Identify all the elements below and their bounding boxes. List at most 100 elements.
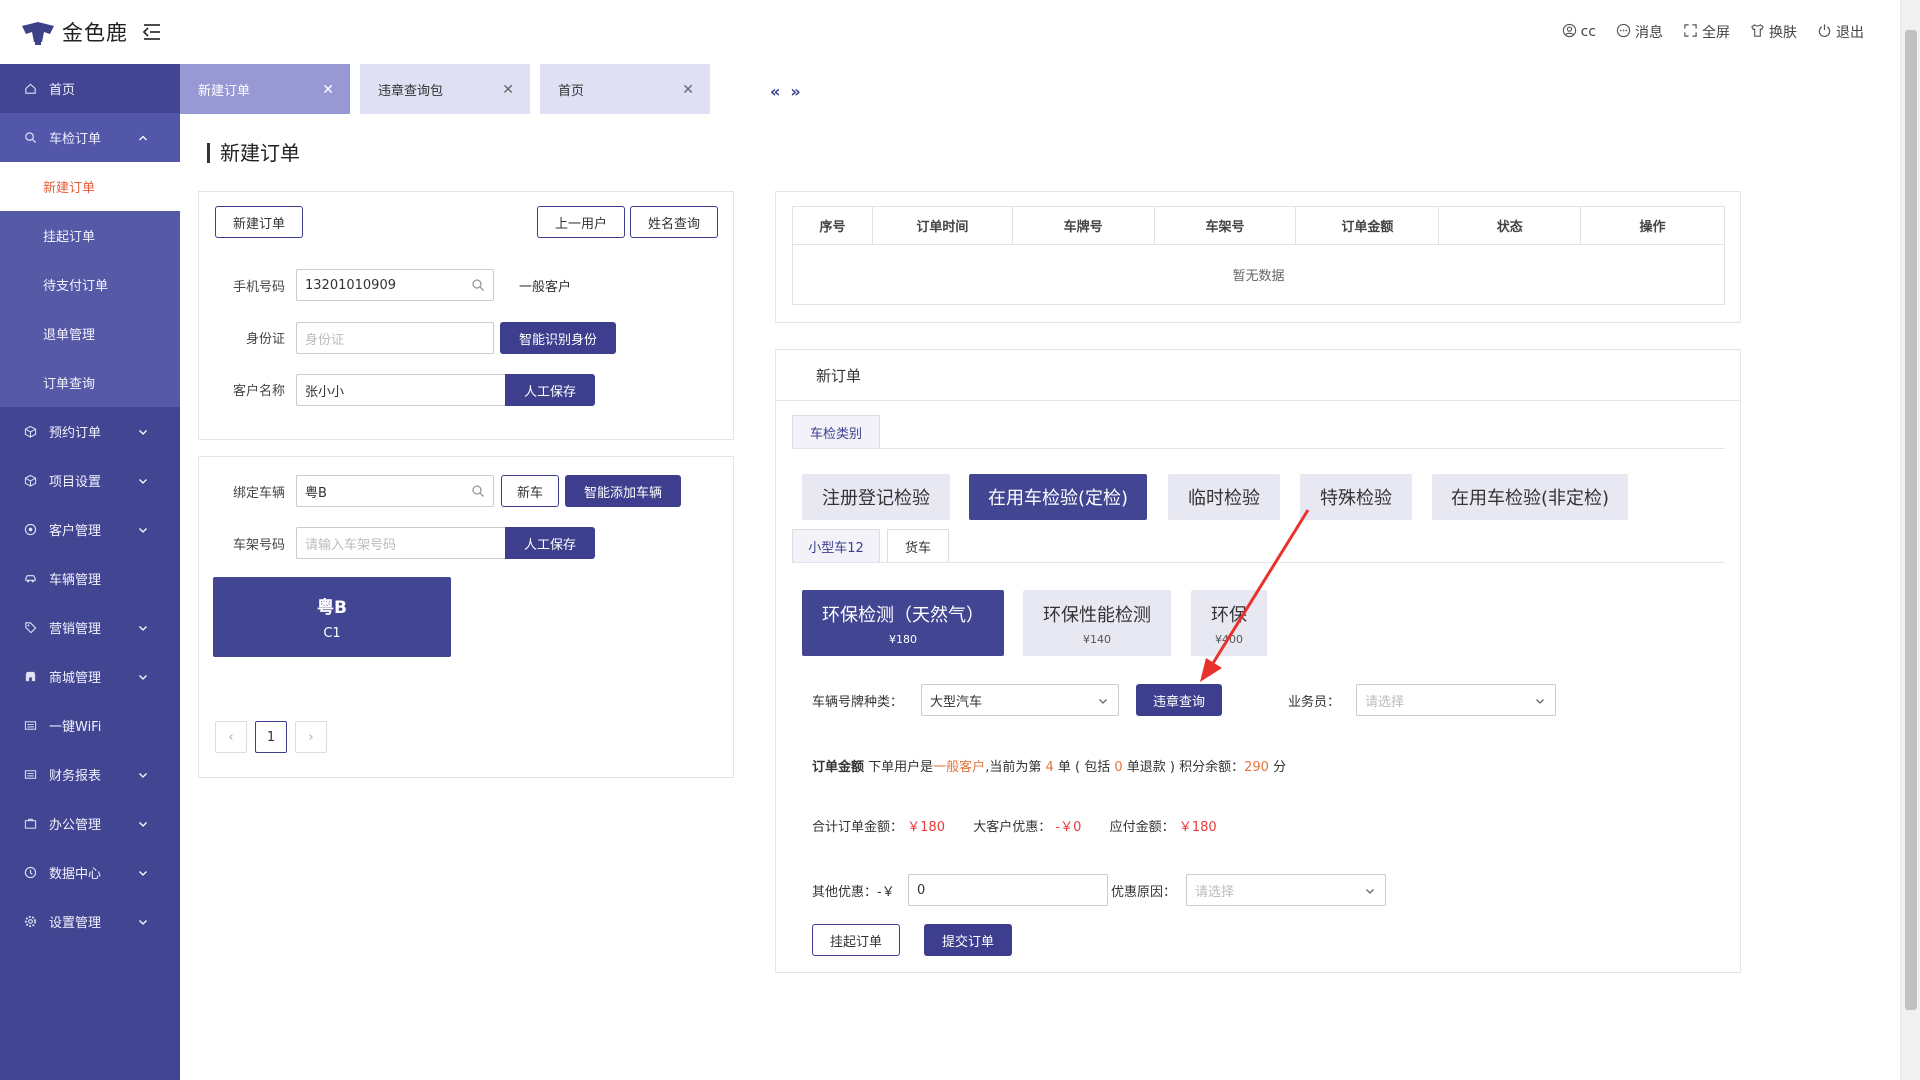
tab-scroll-nav: « »: [770, 82, 801, 101]
table-header-row: 序号 订单时间 车牌号 车架号 订单金额 状态 操作: [792, 206, 1725, 245]
sidebar-item-marketing[interactable]: 营销管理: [0, 603, 180, 652]
close-icon[interactable]: ✕: [682, 82, 694, 98]
sidebar-item-customers[interactable]: 客户管理: [0, 505, 180, 554]
sidebar-item-appointments[interactable]: 预约订单: [0, 407, 180, 456]
sidebar-subitem-order-query[interactable]: 订单查询: [0, 358, 180, 407]
sidebar-item-shop[interactable]: 商城管理: [0, 652, 180, 701]
prev-user-button[interactable]: 上一用户: [537, 206, 625, 238]
menu-fold-icon[interactable]: [140, 20, 164, 44]
tab-violation-package[interactable]: 违章查询包 ✕: [360, 64, 530, 114]
customer-name-input[interactable]: 张小小: [296, 374, 506, 406]
new-order-button[interactable]: 新建订单: [215, 206, 303, 238]
chevron-down-icon: [138, 867, 148, 877]
vehicle-plate-card[interactable]: 粤B C1: [213, 577, 451, 657]
deer-logo-icon: [20, 20, 56, 45]
phone-input[interactable]: 13201010909: [296, 269, 494, 301]
vin-label: 车架号码: [232, 538, 285, 553]
skin-button[interactable]: 换肤: [1750, 22, 1797, 42]
pager-prev-button[interactable]: ‹: [215, 721, 247, 753]
bind-vehicle-input[interactable]: 粤B: [296, 475, 494, 507]
chevron-down-icon: [138, 524, 148, 534]
search-icon[interactable]: [471, 484, 485, 498]
sidebar-item-vehicles[interactable]: 车辆管理: [0, 554, 180, 603]
chevron-down-icon: [138, 622, 148, 632]
scrollbar-thumb[interactable]: [1905, 30, 1917, 1010]
user-menu[interactable]: cc: [1562, 23, 1596, 42]
sidebar-item-inspection-orders[interactable]: 车检订单: [0, 113, 180, 162]
sidebar-subitem-pending-payment[interactable]: 待支付订单: [0, 260, 180, 309]
pager-next-button[interactable]: ›: [295, 721, 327, 753]
target-icon: [24, 523, 37, 536]
tab-truck[interactable]: 货车: [887, 529, 949, 563]
submit-order-button[interactable]: 提交订单: [924, 924, 1012, 956]
sidebar-item-wifi[interactable]: 一键WiFi: [0, 701, 180, 750]
staff-select[interactable]: 请选择: [1356, 684, 1556, 716]
clock-icon: [24, 866, 37, 879]
plate-type-select[interactable]: 大型汽车: [921, 684, 1119, 716]
pager-page-1[interactable]: 1: [255, 721, 287, 753]
category-registration[interactable]: 注册登记检验: [802, 474, 950, 520]
chevron-down-icon: [138, 475, 148, 485]
table-empty-row: 暂无数据: [792, 244, 1725, 305]
logout-button[interactable]: 退出: [1817, 22, 1864, 42]
orders-table-card: 序号 订单时间 车牌号 车架号 订单金额 状态 操作 暂无数据: [775, 191, 1741, 323]
search-icon[interactable]: [471, 278, 485, 292]
plate-number: 粤B: [317, 598, 347, 618]
shop-icon: [24, 670, 37, 683]
list-icon: [24, 768, 37, 781]
chevron-down-icon: [138, 671, 148, 681]
smart-add-vehicle-button[interactable]: 智能添加车辆: [565, 475, 681, 507]
col-actions: 操作: [1580, 206, 1725, 245]
category-periodic[interactable]: 在用车检验(定检): [969, 474, 1147, 520]
sidebar-item-finance[interactable]: 财务报表: [0, 750, 180, 799]
id-card-input[interactable]: 身份证: [296, 322, 494, 354]
bind-vehicle-label: 绑定车辆: [232, 486, 285, 501]
tab-small-car[interactable]: 小型车12: [792, 529, 880, 563]
category-non-periodic[interactable]: 在用车检验(非定检): [1432, 474, 1628, 520]
manual-save-customer-button[interactable]: 人工保存: [505, 374, 595, 406]
manual-save-vehicle-button[interactable]: 人工保存: [505, 527, 595, 559]
sidebar-item-project-settings[interactable]: 项目设置: [0, 456, 180, 505]
tab-new-order[interactable]: 新建订单 ✕: [180, 64, 350, 114]
double-left-icon[interactable]: «: [770, 82, 780, 101]
customer-name-label: 客户名称: [232, 384, 285, 399]
name-query-button[interactable]: 姓名查询: [630, 206, 718, 238]
sidebar-item-home[interactable]: 首页: [0, 64, 180, 113]
sidebar-subitem-refunds[interactable]: 退单管理: [0, 309, 180, 358]
tab-home[interactable]: 首页 ✕: [540, 64, 710, 114]
new-order-title: 新订单: [816, 367, 862, 385]
page-scrollbar[interactable]: [1900, 0, 1920, 1080]
sidebar-item-settings[interactable]: 设置管理: [0, 897, 180, 946]
customer-card: 新建订单 上一用户 姓名查询 手机号码 13201010909 一般客户 身份证…: [198, 191, 734, 440]
chevron-down-icon: [1365, 885, 1375, 895]
hold-order-button[interactable]: 挂起订单: [812, 924, 900, 956]
service-emission-performance[interactable]: 环保性能检测 ¥140: [1023, 590, 1171, 656]
violation-query-button[interactable]: 违章查询: [1136, 684, 1222, 716]
vin-input[interactable]: 请输入车架号码: [296, 527, 506, 559]
col-status: 状态: [1438, 206, 1582, 245]
orders-table: 序号 订单时间 车牌号 车架号 订单金额 状态 操作 暂无数据: [792, 206, 1725, 305]
sidebar-subitem-held-orders[interactable]: 挂起订单: [0, 211, 180, 260]
discount-reason-select[interactable]: 请选择: [1186, 874, 1386, 906]
logo: 金色鹿: [20, 17, 164, 47]
other-discount-input[interactable]: 0: [908, 874, 1108, 906]
sidebar: 首页 车检订单 新建订单 挂起订单 待支付订单 退单管理 订单查询 预约订单 项…: [0, 64, 180, 1080]
col-index: 序号: [792, 206, 873, 245]
tab-inspection-category[interactable]: 车检类别: [792, 415, 880, 449]
sidebar-item-data-center[interactable]: 数据中心: [0, 848, 180, 897]
sidebar-subitem-new-order[interactable]: 新建订单: [0, 162, 180, 211]
fullscreen-button[interactable]: 全屏: [1683, 22, 1730, 42]
double-right-icon[interactable]: »: [790, 82, 800, 101]
cube-icon: [24, 474, 37, 487]
close-icon[interactable]: ✕: [322, 82, 334, 98]
messages-button[interactable]: 消息: [1616, 22, 1663, 42]
new-car-button[interactable]: 新车: [501, 475, 559, 507]
smart-id-button[interactable]: 智能识别身份: [500, 322, 616, 354]
chevron-down-icon: [1098, 695, 1108, 705]
close-icon[interactable]: ✕: [502, 82, 514, 98]
shirt-icon: [1750, 23, 1765, 42]
sidebar-item-office[interactable]: 办公管理: [0, 799, 180, 848]
annotation-arrow: [1200, 509, 1310, 682]
divider: [776, 400, 1740, 401]
service-emission-gas[interactable]: 环保检测（天然气） ¥180: [802, 590, 1004, 656]
